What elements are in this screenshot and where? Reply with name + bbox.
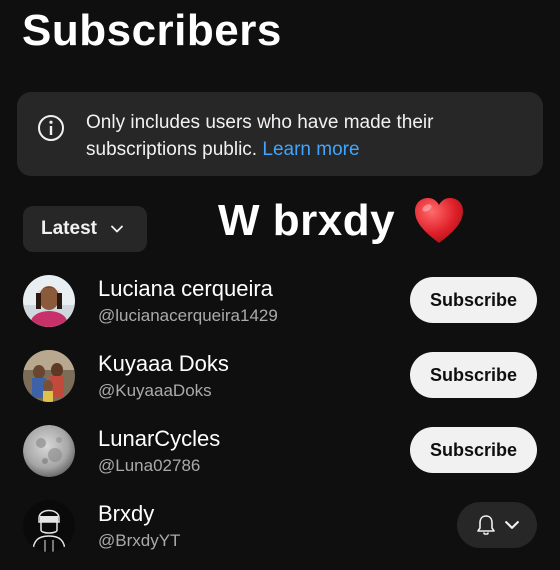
sort-selected-label: Latest <box>41 218 97 239</box>
subscriber-row: Kuyaaa Doks @KuyaaaDoks Subscribe <box>0 350 560 420</box>
avatar[interactable] <box>23 350 75 402</box>
learn-more-link[interactable]: Learn more <box>262 139 359 160</box>
sort-dropdown[interactable]: Latest <box>23 206 147 252</box>
page-title: Subscribers <box>22 6 282 55</box>
info-banner: Only includes users who have made their … <box>17 92 543 176</box>
subscriber-row: LunarCycles @Luna02786 Subscribe <box>0 425 560 495</box>
subscribe-button[interactable]: Subscribe <box>410 427 537 473</box>
subscribe-button[interactable]: Subscribe <box>410 277 537 323</box>
subscribe-button[interactable]: Subscribe <box>410 352 537 398</box>
overlay-caption: W brxdy <box>218 196 465 246</box>
avatar[interactable] <box>23 275 75 327</box>
subscriber-handle: @lucianacerqueira1429 <box>98 306 278 325</box>
subscriber-handle: @Luna02786 <box>98 456 201 475</box>
info-text: Only includes users who have made their … <box>86 109 526 163</box>
heart-icon <box>415 198 464 243</box>
overlay-caption-text: W brxdy <box>218 196 396 245</box>
chevron-down-icon <box>111 225 123 233</box>
info-icon <box>38 115 64 141</box>
subscriber-handle: @BrxdyYT <box>98 531 181 550</box>
subscriber-name[interactable]: Luciana cerqueira <box>98 275 273 303</box>
bell-icon <box>477 515 495 535</box>
avatar[interactable] <box>23 500 75 552</box>
subscriber-name[interactable]: Kuyaaa Doks <box>98 350 229 378</box>
subscriber-handle: @KuyaaaDoks <box>98 381 212 400</box>
info-message: Only includes users who have made their … <box>86 112 434 160</box>
subscriber-row: Luciana cerqueira @lucianacerqueira1429 … <box>0 275 560 345</box>
notification-bell-button[interactable] <box>457 502 537 548</box>
subscriber-name[interactable]: Brxdy <box>98 500 154 528</box>
subscriber-name[interactable]: LunarCycles <box>98 425 220 453</box>
chevron-down-icon <box>505 521 519 529</box>
avatar[interactable] <box>23 425 75 477</box>
